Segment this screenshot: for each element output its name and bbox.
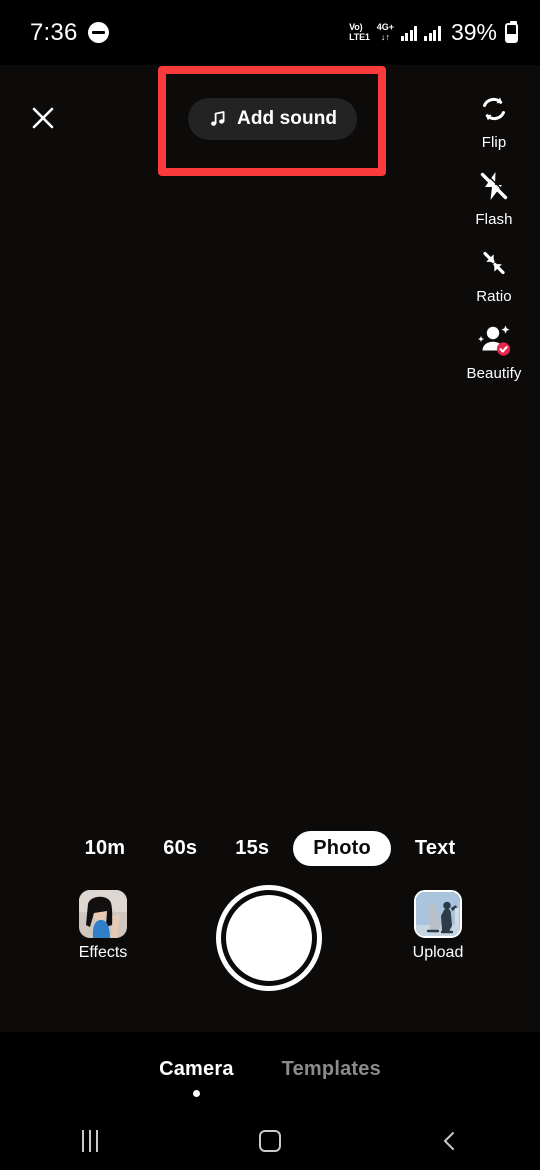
tab-camera[interactable]: Camera	[159, 1058, 234, 1097]
status-bar: 7:36 Vo) LTE1 4G+ ↓↑ 39%	[0, 0, 540, 65]
capture-row: Effects Upload	[0, 885, 540, 1000]
upload-label: Upload	[412, 944, 464, 961]
upload-thumbnail	[414, 890, 462, 938]
close-button[interactable]	[23, 98, 63, 138]
add-sound-label: Add sound	[237, 108, 338, 129]
flip-camera-icon	[473, 88, 515, 130]
flash-off-icon	[473, 165, 515, 207]
data-arrows-icon: ↓↑	[380, 31, 390, 42]
home-icon	[259, 1130, 281, 1152]
home-button[interactable]	[180, 1112, 360, 1170]
effects-thumbnail	[79, 890, 127, 938]
back-icon	[444, 1132, 454, 1150]
mode-10m[interactable]: 10m	[71, 831, 140, 866]
shutter-button[interactable]	[216, 885, 322, 991]
status-time: 7:36	[30, 18, 78, 46]
network-type-indicator: 4G+ ↓↑	[377, 23, 394, 42]
camera-tool-rail: Flip Flash Ratio Beautify	[448, 88, 540, 382]
upload-button[interactable]: Upload	[409, 890, 467, 962]
close-icon	[32, 107, 54, 129]
signal-bars-sim1-icon	[400, 25, 418, 41]
recents-icon	[82, 1130, 98, 1152]
recents-button[interactable]	[0, 1112, 180, 1170]
tab-templates[interactable]: Templates	[282, 1058, 381, 1097]
battery-icon	[505, 20, 518, 43]
do-not-disturb-icon	[87, 22, 109, 43]
effects-label: Effects	[78, 944, 128, 961]
mode-60s[interactable]: 60s	[149, 831, 211, 866]
tool-ratio-button[interactable]: Ratio	[448, 242, 540, 305]
mode-15s[interactable]: 15s	[221, 831, 283, 866]
bottom-tab-bar: Camera Templates	[0, 1032, 540, 1112]
capture-mode-strip: 10m 60s 15s Photo Text	[0, 830, 540, 866]
music-note-icon	[211, 111, 225, 126]
shutter-inner-circle	[226, 895, 312, 981]
aspect-ratio-icon	[473, 242, 515, 284]
tab-camera-label: Camera	[159, 1058, 234, 1080]
back-button[interactable]	[360, 1112, 540, 1170]
status-bar-left: 7:36	[30, 19, 109, 47]
phone-screen: 7:36 Vo) LTE1 4G+ ↓↑ 39% Add sound Flip …	[0, 0, 540, 1170]
mode-text[interactable]: Text	[401, 831, 469, 866]
tab-inactive-indicator	[328, 1090, 335, 1097]
add-sound-button[interactable]: Add sound	[188, 98, 358, 140]
volte-line-2: LTE1	[349, 31, 370, 42]
tool-ratio-label: Ratio	[476, 288, 512, 305]
tool-flip-button[interactable]: Flip	[448, 88, 540, 151]
volte-indicator: Vo) LTE1	[349, 23, 370, 42]
tool-beautify-label: Beautify	[466, 365, 522, 382]
tab-active-indicator	[192, 1090, 200, 1097]
mode-photo[interactable]: Photo	[293, 830, 391, 866]
effects-button[interactable]: Effects	[74, 890, 132, 962]
tool-beautify-button[interactable]: Beautify	[448, 319, 540, 382]
beautify-icon	[473, 319, 515, 361]
tool-flip-label: Flip	[481, 134, 507, 151]
android-nav-bar	[0, 1112, 540, 1170]
signal-bars-sim2-icon	[424, 25, 441, 41]
tool-flash-label: Flash	[475, 211, 513, 228]
tab-templates-label: Templates	[281, 1058, 381, 1080]
tool-flash-button[interactable]: Flash	[448, 165, 540, 228]
status-bar-right: Vo) LTE1 4G+ ↓↑ 39%	[349, 19, 518, 46]
battery-percent: 39%	[450, 19, 497, 45]
